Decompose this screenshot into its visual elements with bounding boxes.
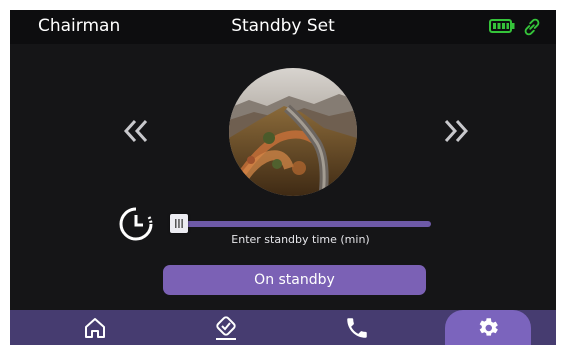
nav-home[interactable] [80, 310, 110, 345]
on-standby-button[interactable]: On standby [163, 265, 426, 295]
top-bar: Chairman Standby Set [10, 10, 556, 44]
battery-icon [489, 19, 515, 33]
nav-phone[interactable] [341, 310, 371, 345]
standby-time-slider-track[interactable] [170, 221, 431, 227]
screen: Chairman Standby Set Enter standby time … [10, 10, 556, 345]
double-chevron-right-icon[interactable] [442, 117, 470, 145]
slider-label: Enter standby time (min) [231, 233, 370, 246]
page-title: Standby Set [231, 16, 335, 36]
nav-settings[interactable] [445, 310, 531, 345]
link-icon [524, 18, 540, 36]
double-chevron-left-icon[interactable] [122, 117, 150, 145]
timer-icon [119, 207, 153, 241]
phone-icon [347, 318, 367, 338]
bottom-nav [10, 310, 556, 345]
home-icon [85, 318, 105, 338]
settings-icon [479, 318, 498, 336]
standby-time-slider-thumb[interactable] [170, 214, 188, 233]
check-icon [216, 316, 236, 340]
nav-check[interactable] [210, 310, 240, 345]
great-wall-photo [229, 68, 357, 196]
